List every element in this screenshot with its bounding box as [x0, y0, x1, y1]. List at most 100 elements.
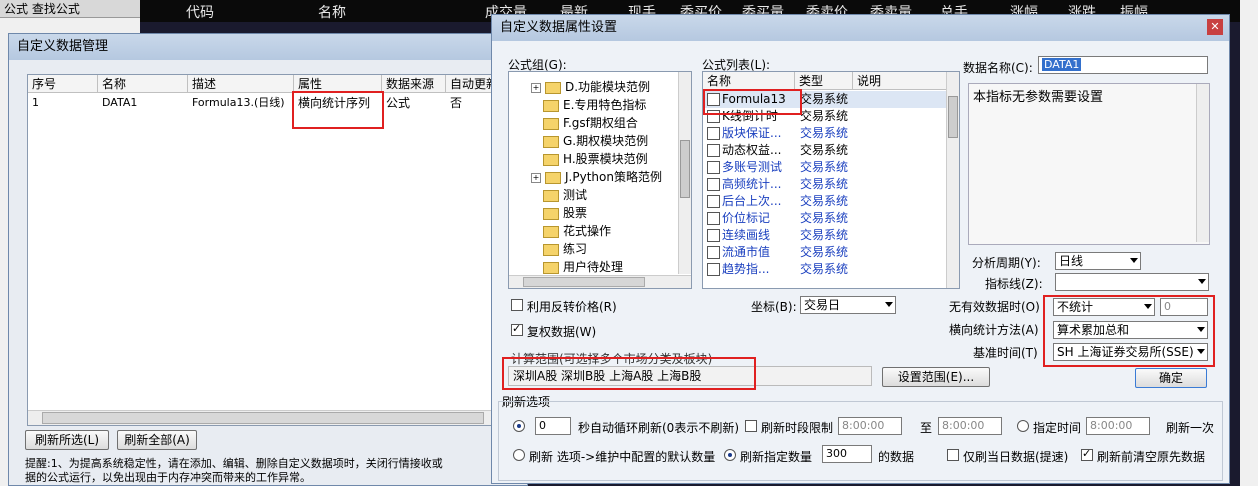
formula-name: 连续画线 — [722, 228, 771, 242]
fixed-time-input[interactable]: 8:00:00 — [1086, 417, 1150, 435]
tree-item[interactable]: E.专用特色指标 — [543, 96, 646, 114]
base-time-select[interactable]: SH 上海证券交易所(SSE) — [1053, 343, 1208, 361]
tree-item[interactable]: F.gsf期权组合 — [543, 114, 638, 132]
formula-list-row[interactable]: 版块保证... 交易系统 — [703, 125, 947, 142]
col-source[interactable]: 数据来源 — [382, 75, 446, 93]
cell-source: 公式 — [386, 96, 411, 110]
clear-before-checkbox[interactable] — [1081, 447, 1093, 461]
tree-item[interactable]: + D.功能模块范例 — [531, 78, 650, 96]
window-title: 自定义数据管理 — [9, 34, 527, 60]
ok-button[interactable]: 确定 — [1135, 368, 1207, 388]
list-col-type[interactable]: 类型 — [795, 72, 853, 90]
tree-item-label: 练习 — [563, 242, 588, 256]
custom-data-property-dialog: 自定义数据属性设置 ✕ 公式组(G): + D.功能模块范例 E.专用特色指标 F.g… — [491, 14, 1230, 484]
col-code: 代码 — [186, 5, 214, 21]
base-time-label: 基准时间(T) — [973, 346, 1038, 360]
formula-group-tree[interactable]: + D.功能模块范例 E.专用特色指标 F.gsf期权组合 G.期权模块范例 H.股票模块… — [508, 71, 692, 289]
formula-list-row[interactable]: 高频统计... 交易系统 — [703, 176, 947, 193]
col-index[interactable]: 序号 — [28, 75, 98, 93]
formula-list-row[interactable]: 连续画线 交易系统 — [703, 227, 947, 244]
formula-list-row[interactable]: 多账号测试 交易系统 — [703, 159, 947, 176]
data-table: 序号 名称 描述 属性 数据来源 自动更新 1 DATA1 Formula13.… — [27, 74, 509, 426]
set-range-button[interactable]: 设置范围(E)... — [882, 367, 990, 387]
today-only-label: 仅刷当日数据(提速) — [963, 450, 1069, 464]
refresh-cfg-radio[interactable] — [513, 449, 525, 461]
scroll-thumb[interactable] — [42, 412, 484, 424]
list-col-desc[interactable]: 说明 — [853, 72, 947, 90]
period-limit-checkbox[interactable] — [745, 420, 757, 432]
tree-item[interactable]: + J.Python策略范例 — [531, 168, 662, 186]
tree-item-label: 股票 — [563, 206, 588, 220]
col-desc[interactable]: 描述 — [188, 75, 294, 93]
formula-list-row[interactable]: 趋势指... 交易系统 — [703, 261, 947, 278]
formula-list-row[interactable]: 价位标记 交易系统 — [703, 210, 947, 227]
folder-icon — [543, 207, 559, 220]
formula-type: 交易系统 — [800, 160, 849, 174]
tree-item[interactable]: H.股票模块范例 — [543, 150, 648, 168]
tree-item[interactable]: 练习 — [543, 240, 587, 258]
refresh-count-input[interactable]: 300 — [822, 445, 872, 463]
formula-name: Formula13 — [722, 92, 786, 106]
restore-label: 复权数据(W) — [527, 325, 597, 339]
today-only-checkbox[interactable] — [947, 449, 959, 461]
formula-type: 交易系统 — [800, 126, 849, 140]
formula-name: 后台上次... — [722, 194, 782, 208]
time-start-input[interactable]: 8:00:00 — [838, 417, 902, 435]
auto-refresh-radio[interactable] — [513, 420, 525, 432]
axis-select[interactable]: 交易日 — [800, 296, 896, 314]
time-end-input[interactable]: 8:00:00 — [938, 417, 1002, 435]
formula-list[interactable]: 名称 类型 说明 Formula13 交易系统 K线倒计时 交易系统 版块保证... 交易… — [702, 71, 960, 289]
tree-item[interactable]: 用户待处理 — [543, 258, 623, 276]
horizontal-scrollbar[interactable] — [28, 410, 508, 425]
tree-item[interactable]: G.期权模块范例 — [543, 132, 648, 150]
param-text: 本指标无参数需要设置 — [973, 90, 1104, 105]
stat-method-select[interactable]: 算术累加总和 — [1053, 321, 1208, 339]
refresh-all-button[interactable]: 刷新全部(A) — [117, 430, 197, 450]
stat-method-label: 横向统计方法(A) — [949, 323, 1039, 337]
auto-refresh-seconds[interactable]: 0 — [535, 417, 571, 435]
tree-item-label: D.功能模块范例 — [565, 80, 651, 94]
indicator-label: 指标线(Z): — [985, 277, 1043, 291]
formula-type: 交易系统 — [800, 177, 849, 191]
indicator-select[interactable] — [1055, 273, 1209, 291]
custom-data-manager-window: 自定义数据管理 序号 名称 描述 属性 数据来源 自动更新 1 DATA1 Fo… — [8, 33, 528, 486]
invalid-data-select[interactable]: 不统计 — [1053, 298, 1155, 316]
invalid-data-number[interactable]: 0 — [1160, 298, 1208, 316]
formula-list-row[interactable]: 后台上次... 交易系统 — [703, 193, 947, 210]
tree-item-label: E.专用特色指标 — [563, 98, 647, 112]
expand-icon[interactable]: + — [531, 172, 541, 183]
fixed-time-radio[interactable] — [1017, 420, 1029, 432]
formula-list-row[interactable]: Formula13 交易系统 — [703, 91, 947, 108]
reverse-price-checkbox[interactable] — [511, 299, 523, 311]
data-name-label: 数据名称(C): — [963, 61, 1033, 75]
period-select[interactable]: 日线 — [1055, 252, 1141, 270]
close-icon[interactable]: ✕ — [1207, 19, 1223, 35]
formula-name: 流通市值 — [722, 245, 771, 259]
tree-item[interactable]: 花式操作 — [543, 222, 611, 240]
axis-label: 坐标(B): — [751, 300, 797, 314]
tree-item[interactable]: 测试 — [543, 186, 587, 204]
formula-list-row[interactable]: 流通市值 交易系统 — [703, 244, 947, 261]
tip-line-2: 据的公式运行，以免出现由于内存冲突而带来的工作异常。 — [25, 471, 311, 484]
refresh-cfg-label: 刷新 选项->维护中配置的默认数量 — [529, 450, 716, 464]
col-name[interactable]: 名称 — [98, 75, 188, 93]
col-attr[interactable]: 属性 — [294, 75, 382, 93]
formula-list-row[interactable]: 动态权益... 交易系统 — [703, 142, 947, 159]
formula-name: 趋势指... — [722, 262, 770, 276]
refresh-selected-button[interactable]: 刷新所选(L) — [25, 430, 109, 450]
expand-icon[interactable]: + — [531, 82, 541, 93]
list-col-name[interactable]: 名称 — [703, 72, 795, 90]
cell-index: 1 — [32, 96, 39, 109]
restore-checkbox[interactable] — [511, 322, 523, 336]
reverse-price-label: 利用反转价格(R) — [527, 300, 617, 314]
range-display: 深圳A股 深圳B股 上海A股 上海B股 — [508, 366, 872, 386]
formula-icon — [707, 93, 720, 106]
tree-item-label: F.gsf期权组合 — [563, 116, 638, 130]
formula-type: 交易系统 — [800, 262, 849, 276]
dialog-title: 自定义数据属性设置 — [492, 15, 1229, 41]
formula-list-row[interactable]: K线倒计时 交易系统 — [703, 108, 947, 125]
data-name-input[interactable]: DATA1 — [1038, 56, 1208, 74]
tree-item[interactable]: 股票 — [543, 204, 587, 222]
refresh-count-radio[interactable] — [724, 449, 736, 461]
formula-name: 版块保证... — [722, 126, 782, 140]
